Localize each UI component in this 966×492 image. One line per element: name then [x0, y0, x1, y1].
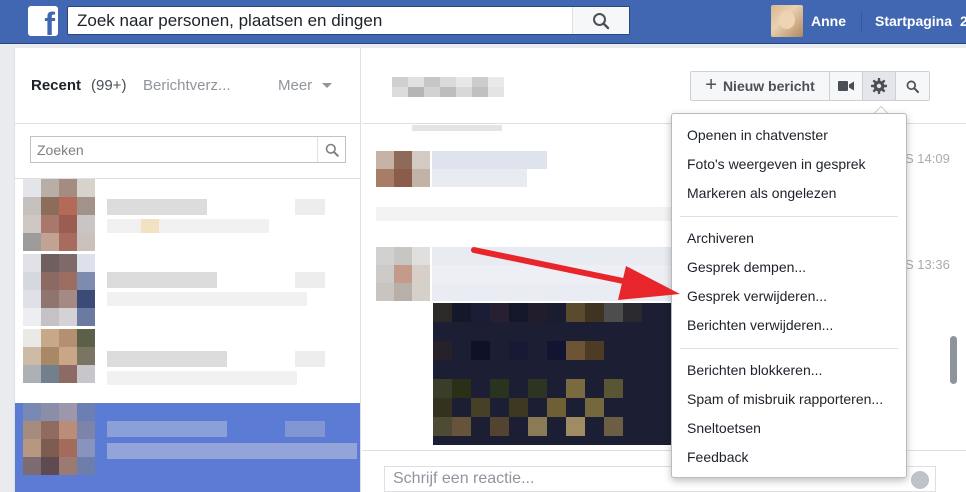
menu-divider [680, 348, 898, 349]
shared-photo[interactable] [433, 303, 673, 445]
divider [861, 12, 862, 32]
tab-recent[interactable]: Recent [31, 77, 81, 94]
conversation-search-button[interactable] [317, 137, 345, 162]
recent-count-badge: (99+) [91, 77, 127, 94]
search-in-conversation-button[interactable] [896, 72, 929, 100]
list-item[interactable] [15, 179, 360, 259]
message-timestamp: S 14:09 [905, 151, 950, 166]
menu-divider [680, 216, 898, 217]
menu-item-block[interactable]: Berichten blokkeren... [687, 362, 822, 378]
new-message-button[interactable]: + Nieuw bericht [691, 72, 830, 100]
menu-item-view-photos[interactable]: Foto's weergeven in gesprek [687, 156, 866, 172]
conversation-search-area [15, 124, 361, 179]
gear-icon [871, 78, 887, 94]
menu-item-delete-conversation[interactable]: Gesprek verwijderen... [687, 288, 827, 304]
menu-item-open-in-chat[interactable]: Openen in chatvenster [687, 127, 828, 143]
list-item[interactable] [15, 254, 360, 334]
new-message-label: Nieuw bericht [722, 78, 815, 94]
user-avatar[interactable] [771, 5, 803, 37]
message-timestamp: S 13:36 [905, 257, 950, 272]
conversation-list-header: Recent (99+) Berichtverz... Meer [15, 48, 361, 124]
global-search-input[interactable] [68, 7, 568, 34]
home-link[interactable]: Startpagina [875, 13, 952, 29]
conversation-search-box [30, 136, 346, 163]
menu-item-report[interactable]: Spam of misbruik rapporteren... [687, 391, 883, 407]
conversation-actions-menu: Openen in chatvenster Foto's weergeven i… [671, 113, 907, 478]
facebook-logo-icon[interactable]: f [28, 6, 58, 36]
list-item-selected[interactable] [15, 403, 360, 492]
video-call-button[interactable] [830, 72, 863, 100]
menu-item-feedback[interactable]: Feedback [687, 449, 748, 465]
user-name-link[interactable]: Anne [811, 13, 846, 29]
chevron-down-icon [322, 83, 332, 88]
search-icon [593, 12, 610, 29]
menu-item-shortcuts[interactable]: Sneltoetsen [687, 420, 761, 436]
search-icon [325, 143, 339, 157]
thread-scrollbar[interactable] [950, 336, 957, 384]
conversation-toolbar: + Nieuw bericht [690, 71, 930, 101]
more-dropdown[interactable]: Meer [278, 77, 312, 94]
emoji-icon[interactable] [911, 471, 929, 489]
menu-item-archive[interactable]: Archiveren [687, 230, 754, 246]
conversation-search-input[interactable] [31, 137, 316, 162]
global-search-button[interactable] [572, 7, 629, 34]
list-item[interactable] [15, 329, 360, 409]
friend-requests-count[interactable]: 2 [960, 13, 966, 29]
video-camera-icon [838, 81, 854, 91]
global-search-box [67, 6, 630, 35]
conversation-title-blurred [392, 77, 504, 97]
settings-gear-button[interactable] [863, 72, 896, 100]
top-navigation-bar: f Anne Startpagina 2 [0, 0, 966, 44]
conversation-list [15, 179, 361, 492]
tab-message-requests[interactable]: Berichtverz... [143, 77, 231, 94]
menu-item-mute[interactable]: Gesprek dempen... [687, 259, 806, 275]
menu-item-mark-unread[interactable]: Markeren als ongelezen [687, 185, 836, 201]
plus-icon: + [705, 74, 717, 96]
search-icon [906, 80, 919, 93]
menu-item-delete-messages[interactable]: Berichten verwijderen... [687, 317, 833, 333]
